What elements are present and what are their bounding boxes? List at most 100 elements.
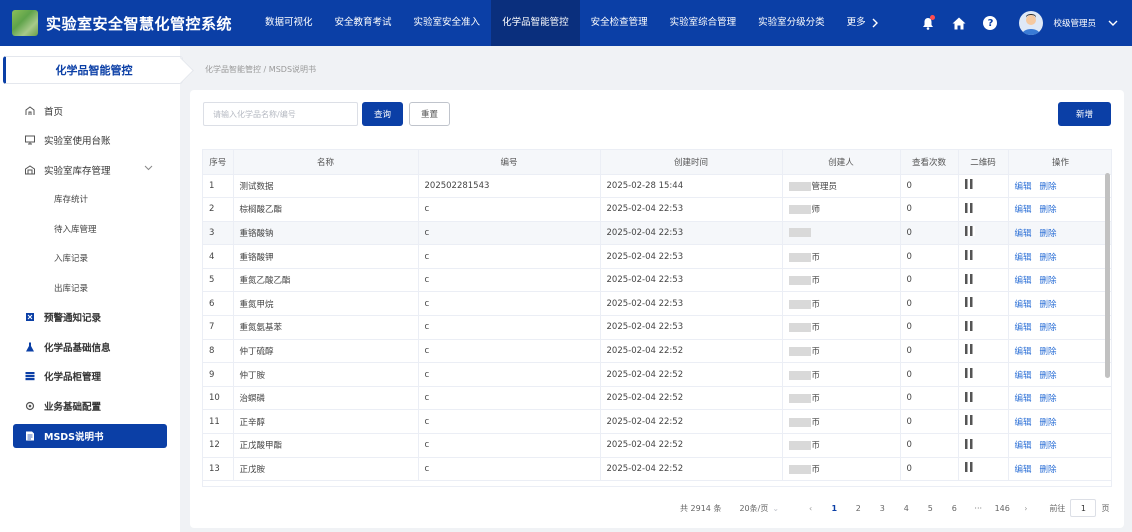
edit-link[interactable]: 编辑 [1015,205,1032,215]
notification-bell-icon[interactable] [920,15,936,31]
sidebar-item-warnings[interactable]: 预警通知记录 [0,303,180,333]
nav-more-button[interactable]: 更多 [836,0,889,46]
edit-link[interactable]: 编辑 [1015,323,1032,333]
sidebar-item-cabinet[interactable]: 化学品柜管理 [0,362,180,392]
sidebar-item-config[interactable]: 业务基础配置 [0,391,180,421]
avatar[interactable] [1019,11,1044,35]
nav-item-safety-exam[interactable]: 安全教育考试 [324,0,403,46]
sidebar-item-stock-stats[interactable]: 库存统计 [0,185,180,215]
edit-link[interactable]: 编辑 [1015,371,1032,381]
qr-code-icon[interactable] [964,226,975,237]
nav-item-lab-classification[interactable]: 实验室分级分类 [747,0,836,46]
delete-link[interactable]: 删除 [1040,323,1057,333]
delete-link[interactable]: 删除 [1040,205,1057,215]
qr-code-icon[interactable] [964,415,975,426]
table-row[interactable]: 5 重氮乙酸乙酯 c 2025-02-04 22:53 币 0 编辑 删除 [203,268,1111,293]
next-page-icon[interactable]: › [1024,504,1027,513]
table-row[interactable]: 9 仲丁胺 c 2025-02-04 22:52 币 0 编辑 删除 [203,362,1111,387]
table-row[interactable]: 8 仲丁硫醇 c 2025-02-04 22:52 币 0 编辑 删除 [203,339,1111,364]
table-row[interactable]: 11 正辛醇 c 2025-02-04 22:52 币 0 编辑 删除 [203,409,1111,435]
qr-code-icon[interactable] [964,391,975,402]
table-row[interactable]: 7 重氮氨基苯 c 2025-02-04 22:53 币 0 编辑 删除 [203,315,1111,340]
page-number[interactable]: 6 [942,504,966,513]
page-number[interactable]: 3 [870,504,894,513]
sidebar-menu: 首页 实验室使用台账 实验室库存管理 库存统计 待入库管理 入库记录 出库记录 … [0,96,180,448]
table-row[interactable]: 1 测试数据 202502281543 2025-02-28 15:44 管理员 0 编辑删… [203,174,1111,199]
qr-code-icon[interactable] [964,273,975,284]
chevron-down-icon[interactable] [1108,20,1118,26]
nav-item-safety-inspection[interactable]: 安全检查管理 [580,0,659,46]
edit-link[interactable]: 编辑 [1015,300,1032,310]
table-row[interactable]: 13 正戊胺 c 2025-02-04 22:52 币 0 编辑 删除 [203,457,1111,482]
edit-link[interactable]: 编辑 [1015,276,1032,286]
table-row[interactable]: 4 重铬酸钾 c 2025-02-04 22:53 币 0 编辑 删除 [203,244,1111,269]
qr-code-icon[interactable] [964,250,975,261]
delete-link[interactable]: 删除 [1040,300,1057,310]
delete-link[interactable]: 删除 [1040,441,1057,451]
page-number[interactable]: 1 [822,504,846,513]
sidebar-item-label: 首页 [44,106,64,118]
query-button[interactable]: 查询 [362,102,403,126]
delete-link[interactable]: 删除 [1040,465,1057,475]
page-number[interactable]: 4 [894,504,918,513]
qr-code-icon[interactable] [964,320,975,331]
sidebar-item-usage-ledger[interactable]: 实验室使用台账 [0,126,180,156]
table-row[interactable]: 10 治螟磷 c 2025-02-04 22:52 币 0 编辑 删除 [203,386,1111,411]
sidebar-item-inbound-records[interactable]: 入库记录 [0,244,180,274]
edit-link[interactable]: 编辑 [1015,441,1032,451]
edit-link[interactable]: 编辑 [1015,253,1032,263]
delete-link[interactable]: 删除 [1040,418,1057,428]
table-row[interactable]: 6 重氮甲烷 c 2025-02-04 22:53 币 0 编辑 删除 [203,291,1111,317]
delete-link[interactable]: 删除 [1040,371,1057,381]
cell-qrcode [958,174,1009,199]
chevron-right-icon [872,18,878,28]
reset-button[interactable]: 重置 [409,102,450,126]
page-number[interactable]: 146 [990,504,1014,513]
home-icon[interactable] [951,15,967,31]
sidebar-item-chemical-info[interactable]: 化学品基础信息 [0,332,180,362]
edit-link[interactable]: 编辑 [1015,347,1032,357]
goto-page-input[interactable] [1070,499,1097,517]
delete-link[interactable]: 删除 [1040,253,1057,263]
delete-link[interactable]: 删除 [1040,394,1057,404]
table-row[interactable]: 3 重铬酸钠 c 2025-02-04 22:53 0 编辑 删除 [203,221,1111,246]
table-row[interactable]: 12 正戊酸甲酯 c 2025-02-04 22:52 币 0 编辑 删除 [203,433,1111,458]
nav-item-lab-management[interactable]: 实验室综合管理 [659,0,748,46]
qr-code-icon[interactable] [964,368,975,379]
delete-link[interactable]: 删除 [1040,229,1057,239]
table-row[interactable]: 2 棕榈酸乙酯 c 2025-02-04 22:53 师 0 编辑 删除 [203,197,1111,222]
page-number[interactable]: 5 [918,504,942,513]
sidebar-item-outbound-records[interactable]: 出库记录 [0,273,180,303]
nav-item-data-visualization[interactable]: 数据可视化 [254,0,324,46]
qr-code-icon[interactable] [964,202,975,213]
delete-link[interactable]: 删除 [1040,182,1057,192]
edit-link[interactable]: 编辑 [1015,465,1032,475]
sidebar-item-pending-inbound[interactable]: 待入库管理 [0,214,180,244]
edit-link[interactable]: 编辑 [1015,229,1032,239]
sidebar-item-inventory[interactable]: 实验室库存管理 [0,155,180,185]
qr-code-icon[interactable] [964,344,975,355]
user-name[interactable]: 校级管理员 [1053,17,1096,29]
page-number[interactable]: 2 [846,504,870,513]
delete-link[interactable]: 删除 [1040,347,1057,357]
help-icon[interactable]: ? [982,15,998,31]
qr-code-icon[interactable] [964,438,975,449]
add-button[interactable]: 新增 [1058,102,1111,126]
qr-code-icon[interactable] [964,462,975,473]
page-size-select[interactable]: 20条/页 [739,503,768,514]
table-scrollbar[interactable] [1105,173,1110,378]
qr-code-icon[interactable] [964,179,975,190]
delete-link[interactable]: 删除 [1040,276,1057,286]
prev-page-icon[interactable]: ‹ [809,504,812,513]
edit-link[interactable]: 编辑 [1015,394,1032,404]
nav-item-chemical-control[interactable]: 化学品智能管控 [491,0,580,46]
search-input[interactable] [203,102,358,126]
breadcrumb-parent[interactable]: 化学品智能管控 [205,65,261,74]
sidebar-item-msds[interactable]: MSDS说明书 [13,423,167,448]
nav-item-lab-access[interactable]: 实验室安全准入 [403,0,492,46]
edit-link[interactable]: 编辑 [1015,182,1032,192]
edit-link[interactable]: 编辑 [1015,418,1032,428]
page-ellipsis[interactable]: ··· [966,504,990,513]
qr-code-icon[interactable] [964,297,975,308]
sidebar-item-home[interactable]: 首页 [0,96,180,126]
